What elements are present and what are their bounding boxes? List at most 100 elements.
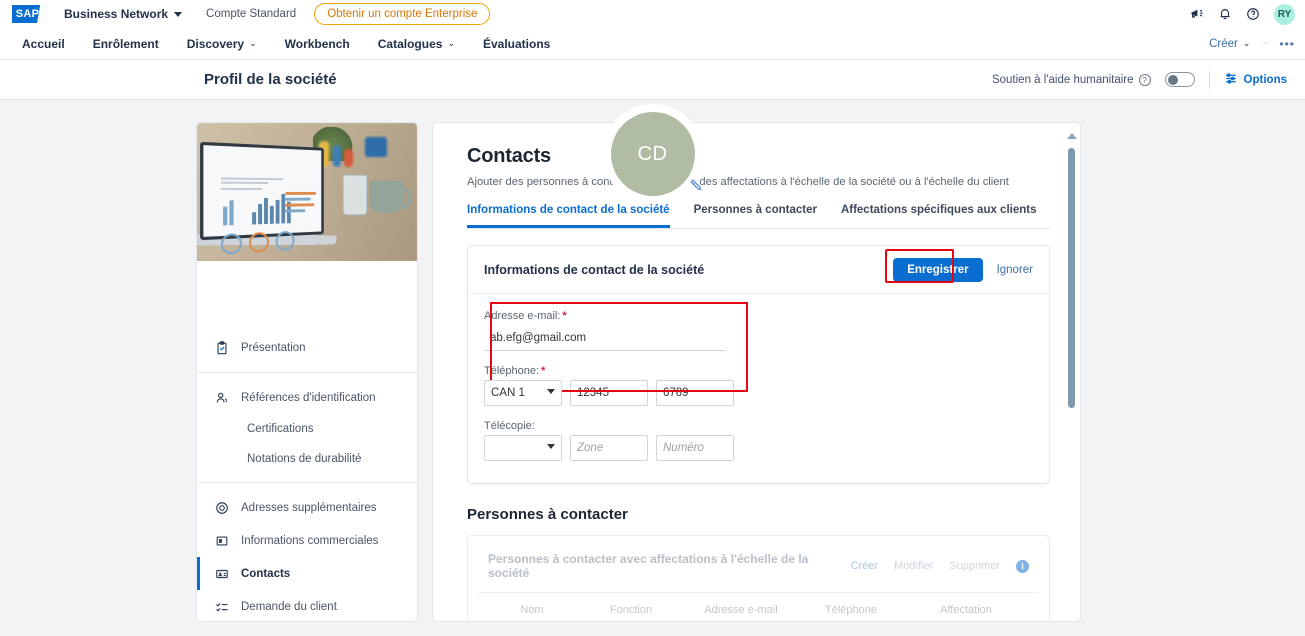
sidebar-item-label: Demande du client — [241, 600, 337, 613]
nav-item-discovery[interactable]: Discovery ⌄ — [173, 28, 271, 59]
scroll-up-arrow-icon[interactable] — [1067, 133, 1077, 139]
sidebar-item-label: Adresses supplémentaires — [241, 501, 377, 514]
sap-logo[interactable]: SAP — [12, 5, 48, 23]
chevron-down-icon: ⌄ — [1242, 38, 1251, 48]
page-header: Profil de la société Soutien à l'aide hu… — [0, 60, 1305, 100]
table-header: Personnes à contacter avec affectations … — [478, 546, 1039, 593]
chevron-down-icon: ⌄ — [249, 38, 257, 48]
decorative-laptop — [200, 141, 324, 255]
sidebar-item-references-identification[interactable]: Références d'identification — [197, 381, 417, 414]
save-button[interactable]: Enregistrer — [893, 258, 983, 282]
table-column-headers: Nom Fonction Adresse e-mail Téléphone Af… — [478, 593, 1039, 621]
product-switcher[interactable]: Business Network — [64, 7, 183, 21]
bell-icon[interactable] — [1218, 7, 1232, 21]
tab-personnes-a-contacter[interactable]: Personnes à contacter — [694, 204, 817, 228]
sidebar-item-demande-du-client[interactable]: Demande du client — [197, 590, 417, 621]
fax-field-group: Télécopie: — [484, 420, 1033, 461]
section-subtitle: Ajouter des personnes à contacter et eff… — [467, 176, 1009, 188]
ignore-button[interactable]: Ignorer — [997, 264, 1033, 276]
create-label: Créer — [1209, 37, 1238, 50]
sidebar-item-certifications[interactable]: Certifications — [197, 414, 417, 444]
phone-label: Téléphone: * — [484, 365, 1033, 377]
phone-number-input[interactable] — [656, 380, 734, 406]
nav-item-workbench[interactable]: Workbench — [271, 28, 364, 59]
humanitarian-aid-toggle[interactable] — [1164, 72, 1195, 87]
decorative-glass — [343, 175, 367, 215]
options-label: Options — [1243, 73, 1287, 86]
nav-label: Workbench — [284, 36, 350, 51]
sidebar-item-informations-commerciales[interactable]: Informations commerciales — [197, 524, 417, 557]
sap-logo-text: SAP — [15, 8, 40, 20]
help-icon[interactable] — [1246, 7, 1260, 21]
sidebar-item-presentation[interactable]: Présentation — [197, 331, 417, 364]
content-area: CD Présentation Références d'identificat… — [0, 100, 1305, 635]
fax-country-select[interactable] — [484, 435, 562, 461]
product-name: Business Network — [64, 7, 169, 21]
sidebar-section-2: Références d'identification Certificatio… — [197, 373, 417, 483]
panel-scrollbar[interactable] — [1066, 133, 1077, 613]
nav-item-accueil[interactable]: Accueil — [8, 28, 79, 59]
nav-item-enrolement[interactable]: Enrôlement — [79, 28, 173, 59]
chevron-down-icon: ⌄ — [447, 38, 455, 48]
help-circle-icon[interactable]: ? — [1138, 73, 1151, 86]
top-bar-actions: RY — [1189, 0, 1295, 28]
sidebar-section-1: Présentation — [197, 323, 417, 373]
phone-field-group: Téléphone: * CAN 1 — [484, 365, 1033, 406]
info-icon[interactable]: i — [1016, 559, 1029, 573]
options-icon — [1224, 72, 1238, 88]
table-action-supprimer[interactable]: Supprimer — [949, 560, 1000, 572]
email-label-text: Adresse e-mail: — [484, 310, 561, 322]
nav-label: Discovery — [186, 36, 245, 51]
fax-area-input[interactable] — [570, 435, 648, 461]
table-title: Personnes à contacter avec affectations … — [488, 552, 809, 580]
checklist-icon — [214, 599, 229, 614]
sidebar-item-contacts[interactable]: Contacts — [197, 557, 417, 590]
options-button[interactable]: Options — [1224, 72, 1287, 88]
fax-label-text: Télécopie: — [484, 420, 535, 432]
create-button[interactable]: Créer ⌄ — [1209, 38, 1250, 50]
upgrade-enterprise-button[interactable]: Obtenir un compte Enterprise — [314, 3, 491, 25]
overflow-menu-icon[interactable]: ••• — [1279, 37, 1295, 51]
email-label: Adresse e-mail: * — [484, 310, 1033, 322]
tab-informations-contact-societe[interactable]: Informations de contact de la société — [467, 204, 670, 228]
sidebar-item-notations-durabilite[interactable]: Notations de durabilité — [197, 444, 417, 474]
required-marker: * — [541, 365, 546, 377]
required-marker: * — [562, 310, 567, 322]
phone-area-input[interactable] — [570, 380, 648, 406]
contacts-icon — [214, 566, 229, 581]
email-field-group: Adresse e-mail: * — [484, 310, 1033, 351]
card-title: Informations de contact de la société — [484, 263, 705, 277]
clipboard-icon — [214, 340, 229, 355]
sidebar-item-adresses-supplementaires[interactable]: Adresses supplémentaires — [197, 491, 417, 524]
scrollbar-thumb[interactable] — [1067, 148, 1075, 408]
nav-item-evaluations[interactable]: Évaluations — [469, 28, 564, 59]
decorative-mug — [369, 181, 412, 213]
sidebar-item-label: Présentation — [241, 341, 306, 354]
phone-country-select[interactable]: CAN 1 — [484, 380, 562, 406]
section-title: Contacts — [467, 145, 551, 167]
location-icon — [214, 500, 229, 515]
table-action-creer[interactable]: Créer — [851, 560, 879, 572]
column-header-affectation: Affectation — [940, 604, 992, 616]
tab-affectations-specifiques-clients[interactable]: Affectations spécifiques aux clients — [841, 204, 1037, 228]
email-input[interactable] — [484, 325, 726, 351]
user-avatar[interactable]: RY — [1274, 3, 1295, 25]
page-title: Profil de la société — [204, 71, 337, 88]
phone-label-text: Téléphone: — [484, 365, 540, 377]
humanitarian-aid-label: Soutien à l'aide humanitaire ? — [992, 73, 1151, 86]
company-contacts-table-card: Personnes à contacter avec affectations … — [467, 535, 1050, 621]
nav-label: Accueil — [22, 36, 65, 51]
nav-right-actions: Créer ⌄ ⋮ ••• — [1209, 37, 1295, 51]
contacts-panel: Contacts Ajouter des personnes à contact… — [432, 122, 1081, 622]
fax-number-input[interactable] — [656, 435, 734, 461]
nav-item-catalogues[interactable]: Catalogues ⌄ — [364, 28, 469, 59]
column-header-fonction: Fonction — [609, 604, 653, 616]
nav-label: Évaluations — [482, 36, 551, 51]
table-action-modifier[interactable]: Modifier — [894, 560, 933, 572]
company-contact-card: Informations de contact de la société En… — [467, 245, 1050, 484]
nav-label: Catalogues — [377, 36, 443, 51]
column-header-telephone: Téléphone — [825, 604, 877, 616]
vertical-divider-dots-icon: ⋮ — [1260, 39, 1270, 48]
megaphone-icon[interactable] — [1189, 7, 1204, 21]
sidebar-item-label: Contacts — [241, 567, 291, 580]
